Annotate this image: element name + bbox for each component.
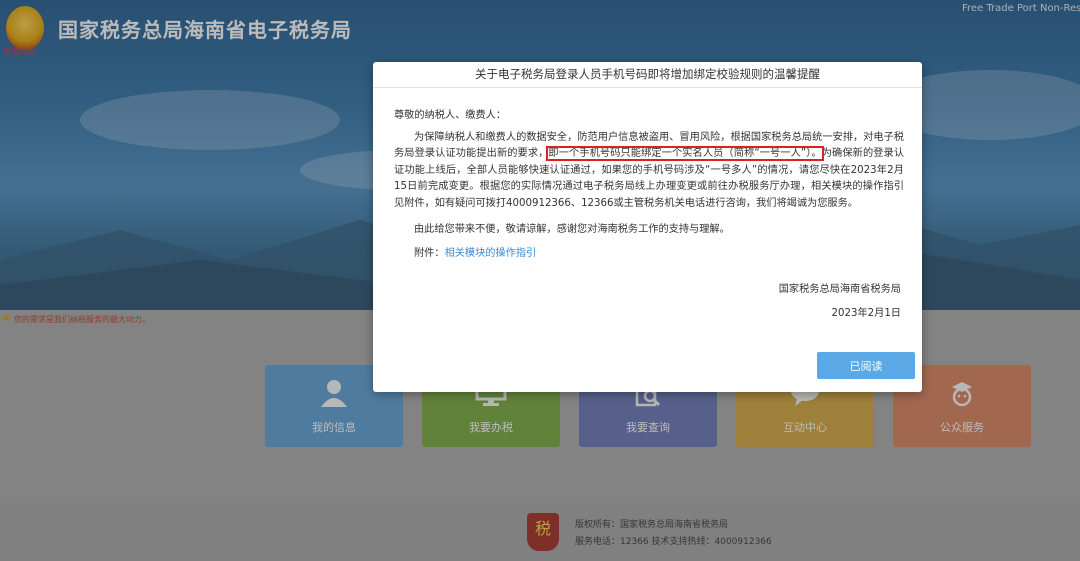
dialog-paragraph-1: 为保障纳税人和缴费人的数据安全，防范用户信息被盗用、冒用风险，根据国家税务总局统… (394, 130, 904, 212)
dialog-greeting: 尊敬的纳税人、缴费人： (394, 110, 507, 121)
attachment-line: 附件：相关模块的操作指引 (394, 244, 904, 259)
notice-dialog: 关于电子税务局登录人员手机号码即将增加绑定校验规则的温馨提醒 尊敬的纳税人、缴费… (373, 62, 922, 392)
dialog-title: 关于电子税务局登录人员手机号码即将增加绑定校验规则的温馨提醒 (373, 62, 922, 88)
dialog-date: 2023年2月1日 (831, 308, 901, 319)
read-button[interactable]: 已阅读 (817, 352, 915, 379)
attachment-label: 附件： (414, 248, 445, 260)
dialog-paragraph-2: 由此给您带来不便，敬请谅解，感谢您对海南税务工作的支持与理解。 (414, 224, 730, 236)
highlighted-rule: 即一个手机号码只能绑定一个实名人员（简称“一号一人”）。 (546, 146, 824, 162)
dialog-signature: 国家税务总局海南省税务局 (778, 284, 901, 295)
attachment-link[interactable]: 相关模块的操作指引 (445, 248, 537, 259)
dialog-body: 尊敬的纳税人、缴费人： 为保障纳税人和缴费人的数据安全，防范用户信息被盗用、冒用… (394, 106, 904, 259)
